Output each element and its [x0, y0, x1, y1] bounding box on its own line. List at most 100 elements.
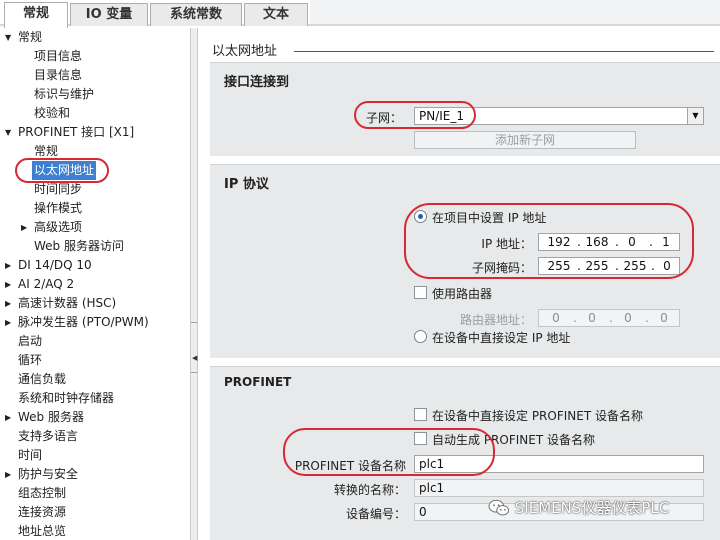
router-address-octet: 0 [660, 311, 668, 325]
tree-item-label: 常规 [34, 144, 59, 158]
page-title: 以太网地址 [212, 44, 278, 59]
ip-address-octet: 192 [547, 235, 571, 249]
auto-generate-name-label: 自动生成 PROFINET 设备名称 [432, 433, 595, 447]
add-subnet-button[interactable]: 添加新子网 [414, 131, 636, 149]
navigation-tree: ▼ 常规 项目信息 目录信息 标识与维护 校验和 ▼ PROFINET 接口 [… [0, 28, 190, 540]
converted-name-field: plc1 [414, 479, 704, 497]
router-address-input[interactable]: 0 . 0 . 0 . 0 [538, 309, 680, 327]
ip-dot: . [609, 311, 613, 325]
converted-name-label: 转换的名称： [333, 483, 406, 497]
collapsed-arrow-icon[interactable]: ▶ [5, 313, 15, 332]
tree-item-label: 通信负载 [18, 372, 67, 386]
subnet-mask-input[interactable]: 255 . 255 . 255 . 0 [538, 257, 680, 275]
expanded-arrow-icon[interactable]: ▼ [5, 123, 15, 142]
ip-address-octet: 1 [662, 235, 670, 249]
set-name-on-device-checkbox[interactable] [414, 408, 427, 421]
subnet-select[interactable]: PN/IE_1 ▼ [414, 107, 704, 125]
pane-splitter[interactable]: ◀ [190, 28, 198, 540]
use-router-checkbox[interactable] [414, 286, 427, 299]
tree-item-label: 以太网地址 [32, 161, 97, 180]
device-number-label: 设备编号： [345, 507, 406, 521]
tree-item-label: 标识与维护 [34, 87, 95, 101]
collapsed-arrow-icon[interactable]: ▶ [21, 218, 31, 237]
ip-dot: . [649, 235, 653, 249]
subnet-mask-octet: 255 [547, 259, 571, 273]
tree-item-label: DI 14/DQ 10 [18, 258, 92, 272]
router-address-label: 路由器地址： [459, 313, 532, 327]
collapsed-arrow-icon[interactable]: ▶ [5, 408, 15, 427]
ip-dot: . [573, 311, 577, 325]
chevron-down-icon[interactable]: ▼ [687, 108, 703, 124]
set-name-on-device-label: 在设备中直接设定 PROFINET 设备名称 [432, 409, 643, 423]
tree-item-label: 启动 [18, 334, 43, 348]
collapsed-arrow-icon[interactable]: ▶ [5, 465, 15, 484]
router-address-octet: 0 [552, 311, 560, 325]
tab-strip-filler [310, 0, 720, 24]
ip-dot: . [577, 259, 581, 273]
splitter-mark [191, 372, 197, 373]
property-tab-bar: 常规 IO 变量 系统常数 文本 [0, 0, 720, 28]
tree-item-label: 组态控制 [18, 486, 67, 500]
tree-item-label: 系统和时钟存储器 [18, 391, 115, 405]
collapsed-arrow-icon[interactable]: ▶ [5, 294, 15, 313]
ip-address-label: IP 地址： [481, 237, 532, 251]
tab-general[interactable]: 常规 [4, 2, 68, 28]
ip-address-input[interactable]: 192 . 168 . 0 . 1 [538, 233, 680, 251]
title-rule [294, 51, 714, 52]
device-name-label: PROFINET 设备名称 [294, 459, 406, 473]
ip-dot: . [651, 259, 655, 273]
ip-dot: . [645, 311, 649, 325]
tree-item-label: 操作模式 [34, 201, 83, 215]
tree-item-label: 项目信息 [34, 49, 83, 63]
collapse-arrow-icon[interactable]: ◀ [192, 354, 197, 362]
set-ip-in-project-radio[interactable] [414, 210, 427, 223]
subnet-mask-octet: 255 [623, 259, 647, 273]
device-name-input[interactable]: plc1 [414, 455, 704, 473]
watermark-text: SIEMENS仪器仪表PLC [514, 499, 670, 517]
tree-item-label: 高速计数器 (HSC) [18, 296, 117, 310]
subnet-label: 子网： [366, 111, 403, 125]
collapsed-arrow-icon[interactable]: ▶ [5, 275, 15, 294]
set-ip-on-device-radio[interactable] [414, 330, 427, 343]
tab-io-tags[interactable]: IO 变量 [70, 3, 148, 26]
subnet-mask-octet: 0 [663, 259, 671, 273]
ip-protocol-section: IP 协议 在项目中设置 IP 地址 IP 地址： 192 . 168 . 0 … [210, 164, 720, 358]
tree-item-label: 校验和 [34, 106, 71, 120]
splitter-mark [191, 322, 197, 323]
tree-item-label: PROFINET 接口 [X1] [18, 125, 135, 139]
tree-item-label: 时间同步 [34, 182, 83, 196]
tree-item-label: 连接资源 [18, 505, 67, 519]
tree-item-label: 脉冲发生器 (PTO/PWM) [18, 315, 149, 329]
watermark: SIEMENS仪器仪表PLC [488, 497, 669, 519]
interface-section-title: 接口连接到 [224, 75, 290, 90]
subnet-mask-octet: 255 [585, 259, 609, 273]
subnet-value: PN/IE_1 [419, 109, 465, 123]
tree-item-label: 循环 [18, 353, 43, 367]
properties-panel: 以太网地址 接口连接到 子网： PN/IE_1 ▼ 添加新子网 IP 协议 在项… [198, 28, 720, 540]
tree-item-label: 时间 [18, 448, 43, 462]
wechat-icon [488, 499, 509, 515]
set-ip-in-project-label: 在项目中设置 IP 地址 [432, 211, 547, 225]
ip-dot: . [577, 235, 581, 249]
tab-system-constants[interactable]: 系统常数 [150, 3, 242, 26]
tree-item-label: 常规 [18, 30, 43, 44]
set-ip-on-device-label: 在设备中直接设定 IP 地址 [432, 331, 571, 345]
collapsed-arrow-icon[interactable]: ▶ [5, 256, 15, 275]
ip-address-octet: 0 [628, 235, 636, 249]
tree-item-label: 防护与安全 [18, 467, 79, 481]
tree-item-label: 目录信息 [34, 68, 83, 82]
tree-item-label: 地址总览 [18, 524, 67, 538]
ip-address-octet: 168 [585, 235, 609, 249]
router-address-octet: 0 [588, 311, 596, 325]
tree-item-label: Web 服务器访问 [34, 239, 124, 253]
tab-texts[interactable]: 文本 [244, 3, 308, 26]
tree-item-label: 高级选项 [34, 220, 83, 234]
auto-generate-name-checkbox[interactable] [414, 432, 427, 445]
profinet-section-title: PROFINET [224, 375, 292, 389]
tree-item-label: AI 2/AQ 2 [18, 277, 75, 291]
ip-dot: . [615, 259, 619, 273]
ip-protocol-section-title: IP 协议 [224, 177, 269, 192]
expanded-arrow-icon[interactable]: ▼ [5, 28, 15, 47]
use-router-label: 使用路由器 [432, 287, 493, 301]
tree-item-label: 支持多语言 [18, 429, 79, 443]
